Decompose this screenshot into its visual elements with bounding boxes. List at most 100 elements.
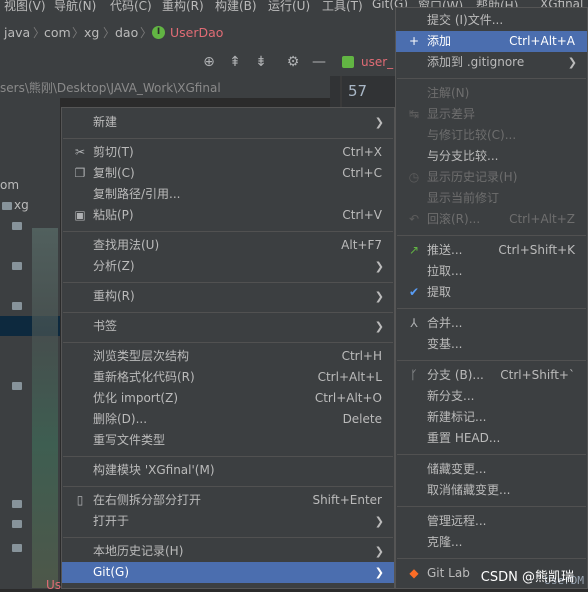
git-menu-item-7[interactable]: 与分支比较... [396, 146, 587, 167]
tree-item-com[interactable]: om [0, 178, 19, 192]
folder-icon [12, 544, 22, 552]
menu-item-label: 管理远程... [427, 514, 487, 528]
git-menu-item-12[interactable]: ↗ 推送... Ctrl+Shift+K [396, 240, 587, 261]
context-menu-item-12[interactable]: 书签 ❯ [62, 316, 394, 337]
context-menu-item-15[interactable]: 重新格式化代码(R) Ctrl+Alt+L [62, 367, 394, 388]
menu-item-label: 注解(N) [427, 86, 470, 100]
git-menu-item-24[interactable]: 储藏变更... [396, 459, 587, 480]
shortcut-label: Ctrl+Alt+L [317, 370, 382, 384]
gitlab-icon: ◆ [409, 566, 419, 580]
git-menu-item-0[interactable]: 提交 (I)文件... [396, 10, 587, 31]
menu-separator [397, 558, 586, 559]
git-menu-item-28[interactable]: 克隆... [396, 532, 587, 553]
target-icon[interactable]: ⊕ [200, 53, 218, 71]
git-menu-item-14[interactable]: ✔ 提取 [396, 282, 587, 303]
context-menu-item-23[interactable]: 打开于 ❯ [62, 511, 394, 532]
shortcut-label: Ctrl+V [342, 208, 382, 222]
menu-separator [63, 311, 393, 313]
git-menu-item-17[interactable]: 变基... [396, 334, 587, 355]
menu-separator [63, 281, 393, 283]
context-menu-item-20[interactable]: 构建模块 'XGfinal'(M) [62, 460, 394, 481]
git-menu-item-22[interactable]: 重置 HEAD... [396, 428, 587, 449]
gear-icon[interactable]: ⚙ [284, 53, 302, 71]
project-tree: om xg Us [0, 98, 61, 592]
scissors-icon: ✂ [74, 145, 86, 159]
submenu-arrow-icon: ❯ [374, 566, 384, 579]
chevron-right-icon: 〉 [72, 26, 85, 40]
toolbar: ⊕ ⇞ ⇟ ⚙ — user_ [0, 48, 400, 77]
git-menu-item-2[interactable]: 添加到 .gitignore ❯ [396, 52, 587, 73]
menu-navigate[interactable]: 导航(N) [54, 0, 96, 14]
folder-icon [12, 520, 22, 528]
git-menu-item-13[interactable]: 拉取... [396, 261, 587, 282]
context-menu-item-22[interactable]: ▯ 在右侧拆分部分打开 Shift+Enter [62, 490, 394, 511]
breadcrumb-dao[interactable]: dao [115, 25, 138, 40]
menu-separator [397, 308, 586, 309]
menu-build[interactable]: 构建(B) [215, 0, 257, 14]
menu-item-label: 回滚(R)... [427, 212, 481, 226]
collapse-all-icon[interactable]: ⇟ [252, 53, 270, 71]
project-path-row: sers\熊刚\Desktop\JAVA_Work\XGfinal [0, 76, 330, 98]
context-menu-item-25[interactable]: 本地历史记录(H) ❯ [62, 541, 394, 562]
context-menu-item-16[interactable]: 优化 import(Z) Ctrl+Alt+O [62, 388, 394, 409]
shortcut-label: Alt+F7 [341, 238, 382, 252]
menu-item-label: 与修订比较(C)... [427, 128, 517, 142]
git-menu-item-20[interactable]: 新分支... [396, 386, 587, 407]
shortcut-label: Ctrl+H [341, 349, 382, 363]
menu-item-label: 添加到 .gitignore [427, 55, 525, 69]
context-menu-item-17[interactable]: 删除(D)... Delete [62, 409, 394, 430]
git-menu-item-8: ◷ 显示历史记录(H) [396, 167, 587, 188]
expand-all-icon[interactable]: ⇞ [226, 53, 244, 71]
breadcrumb-com[interactable]: com [44, 25, 71, 40]
context-menu-item-8[interactable]: 分析(Z) ❯ [62, 256, 394, 277]
shortcut-label: Ctrl+Alt+A [509, 34, 575, 48]
chevron-right-icon: 〉 [103, 26, 116, 40]
context-menu-item-3[interactable]: ❐ 复制(C) Ctrl+C [62, 163, 394, 184]
menu-tools[interactable]: 工具(T) [322, 0, 363, 14]
context-menu-item-5[interactable]: ▣ 粘贴(P) Ctrl+V [62, 205, 394, 226]
breadcrumb-xg[interactable]: xg [84, 25, 99, 40]
menu-item-label: 重新格式化代码(R) [93, 370, 195, 384]
git-menu-item-21[interactable]: 新建标记... [396, 407, 587, 428]
context-menu-item-18[interactable]: 重写文件类型 [62, 430, 394, 451]
menu-separator [63, 341, 393, 343]
context-menu-item-7[interactable]: 查找用法(U) Alt+F7 [62, 235, 394, 256]
editor-tab[interactable]: user_ [361, 55, 393, 69]
menu-item-label: 查找用法(U) [93, 238, 160, 252]
menu-item-label: 与分支比较... [427, 149, 499, 163]
git-menu-item-1[interactable]: + 添加 Ctrl+Alt+A [396, 31, 587, 52]
menu-item-label: 重写文件类型 [93, 433, 166, 447]
git-menu-item-27[interactable]: 管理远程... [396, 511, 587, 532]
git-menu-item-16[interactable]: ⅄ 合并... [396, 313, 587, 334]
context-menu-item-10[interactable]: 重构(R) ❯ [62, 286, 394, 307]
menu-code[interactable]: 代码(C) [110, 0, 152, 14]
shortcut-label: Shift+Enter [312, 493, 382, 507]
menu-view[interactable]: 视图(V) [4, 0, 46, 14]
breadcrumb-java[interactable]: java [4, 25, 30, 40]
git-menu-item-25[interactable]: 取消储藏变更... [396, 480, 587, 501]
breadcrumb: java 〉 com 〉 xg 〉 dao 〉 I UserDao [0, 14, 400, 49]
context-menu-item-2[interactable]: ✂ 剪切(T) Ctrl+X [62, 142, 394, 163]
menu-item-label: 变基... [427, 337, 463, 351]
menu-item-label: Git Lab [427, 566, 470, 580]
minimize-icon[interactable]: — [310, 53, 328, 71]
breadcrumb-userdao[interactable]: UserDao [170, 25, 223, 40]
menu-item-label: 分析(Z) [93, 259, 135, 273]
context-menu-item-4[interactable]: 复制路径/引用... [62, 184, 394, 205]
git-menu-item-19[interactable]: ᚴ 分支 (B)... Ctrl+Shift+` [396, 365, 587, 386]
menu-separator [397, 506, 586, 507]
tree-item-xg[interactable]: xg [14, 198, 29, 212]
menu-separator [397, 235, 586, 236]
copy-icon: ❐ [74, 166, 86, 180]
context-menu-item-26[interactable]: Git(G) ❯ [62, 562, 394, 583]
menu-refactor[interactable]: 重构(R) [162, 0, 204, 14]
menu-run[interactable]: 运行(U) [268, 0, 310, 14]
shortcut-label: Ctrl+Shift+` [500, 368, 575, 382]
context-menu-item-14[interactable]: 浏览类型层次结构 Ctrl+H [62, 346, 394, 367]
menu-separator [397, 78, 586, 79]
context-menu-item-0[interactable]: 新建 ❯ [62, 112, 394, 133]
submenu-arrow-icon: ❯ [374, 320, 384, 333]
menu-item-label: Git(G) [93, 565, 129, 579]
menu-item-label: 粘贴(P) [93, 208, 134, 222]
push-icon: ↗ [408, 243, 420, 257]
